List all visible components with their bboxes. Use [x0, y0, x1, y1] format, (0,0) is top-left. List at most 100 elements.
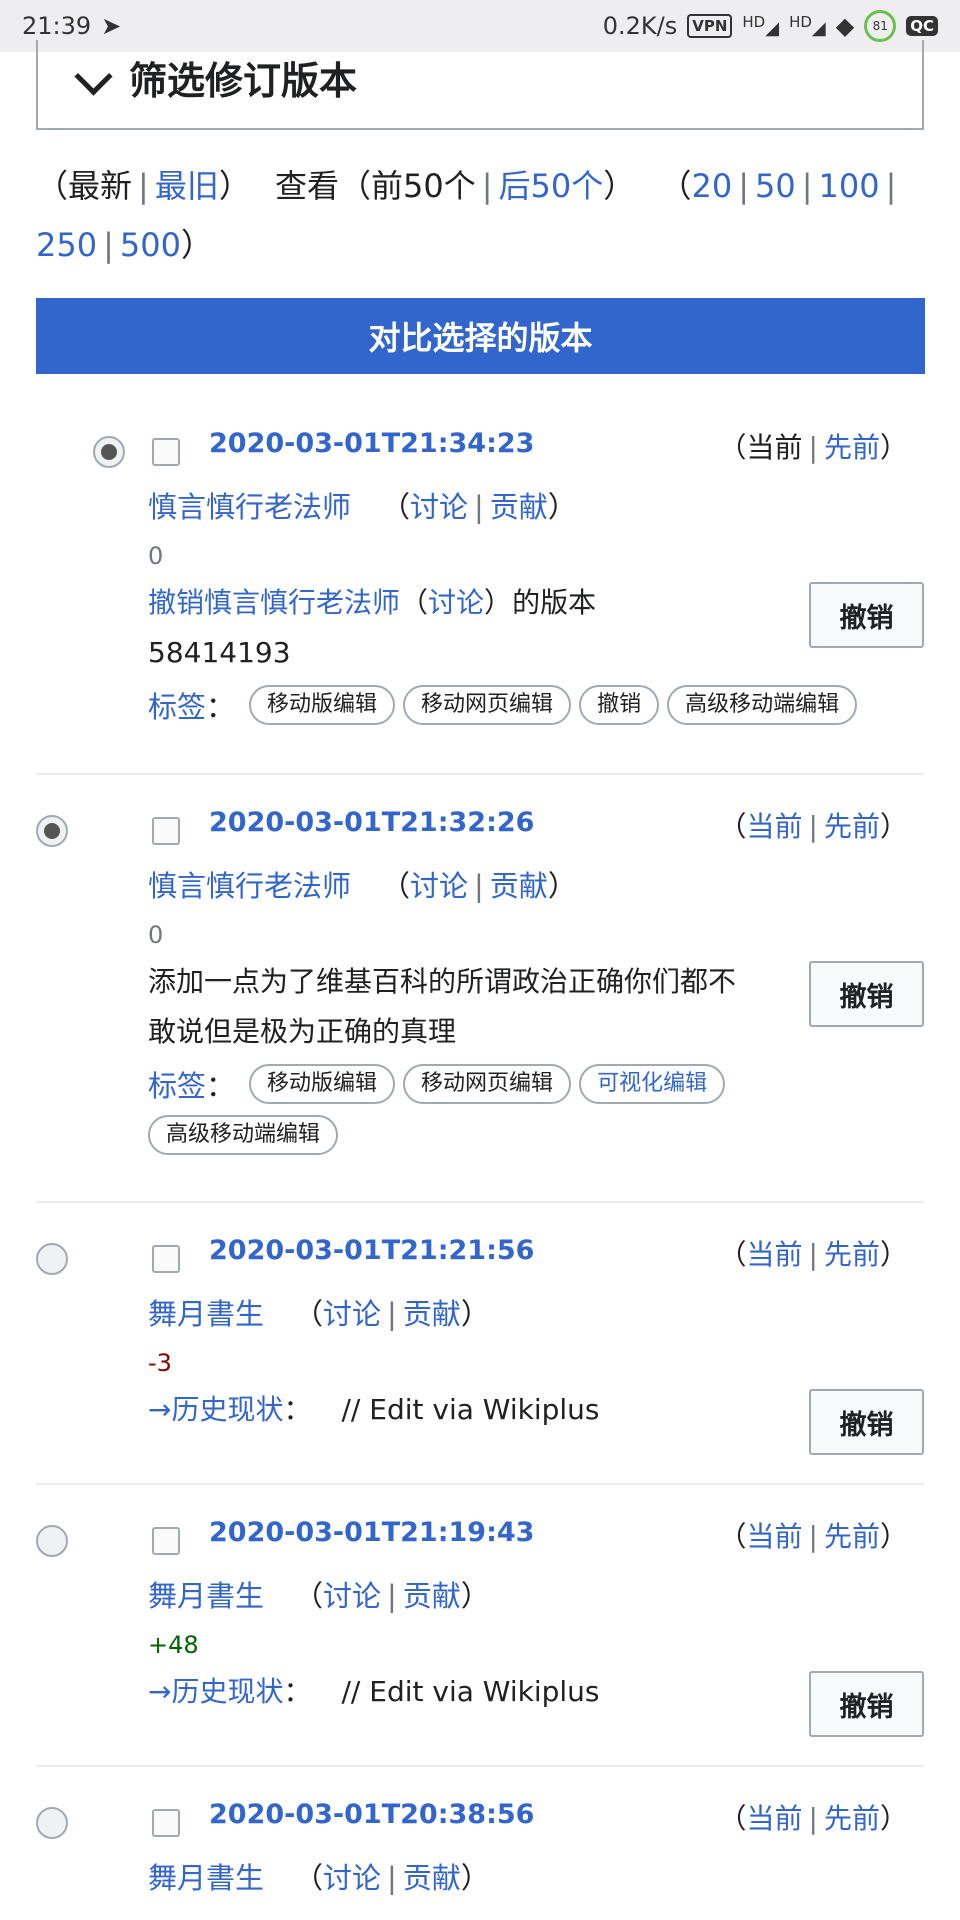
cur-prev-links: （当前 | 先前）: [718, 1520, 909, 1553]
limit-500-link[interactable]: 500: [120, 226, 181, 264]
revision-radio-new[interactable]: [36, 1525, 68, 1557]
revision-checkbox[interactable]: [152, 1245, 180, 1273]
talk-link[interactable]: 讨论: [410, 869, 468, 903]
latest-label: 最新: [68, 167, 133, 205]
tags-list: 标签： 移动版编辑 移动网页编辑 可视化编辑 高级移动端编辑: [148, 1063, 928, 1155]
revision-checkbox[interactable]: [152, 438, 180, 466]
undo-button[interactable]: 撤销: [809, 1671, 924, 1737]
edit-summary: →历史现状：// Edit via Wikiplus: [148, 1675, 600, 1708]
talk-link[interactable]: 讨论: [323, 1861, 381, 1895]
tag: 高级移动端编辑: [667, 685, 858, 725]
user-link[interactable]: 舞月書生: [148, 1297, 264, 1331]
revision-date-link[interactable]: 2020-03-01T20:38:56: [209, 1799, 534, 1830]
talk-link[interactable]: 讨论: [323, 1579, 381, 1613]
divider: [36, 1483, 924, 1485]
signal-icon: HD◢: [742, 13, 780, 39]
revision-date-link[interactable]: 2020-03-01T21:19:43: [209, 1517, 534, 1548]
contribs-link[interactable]: 贡献: [403, 1297, 461, 1331]
user-line: 舞月書生 （讨论 | 贡献）: [148, 1861, 490, 1895]
cur-prev-links: （当前 | 先前）: [718, 1802, 909, 1835]
filter-title: 筛选修订版本: [129, 58, 358, 103]
limit-20-link[interactable]: 20: [691, 167, 732, 205]
current-link[interactable]: 当前: [747, 1520, 803, 1553]
undo-button[interactable]: 撤销: [809, 582, 924, 648]
user-line: 慎言慎行老法师 （讨论 | 贡献）: [148, 490, 577, 524]
revision-checkbox[interactable]: [152, 1527, 180, 1555]
cur-prev-links: （当前 | 先前）: [718, 431, 909, 464]
wifi-icon: ◆: [835, 12, 855, 40]
current-link[interactable]: 当前: [747, 810, 803, 843]
qc-icon: QC: [906, 16, 938, 36]
limit-250-link[interactable]: 250: [36, 226, 97, 264]
current-link[interactable]: 当前: [747, 1802, 803, 1835]
section-link[interactable]: →历史现状: [148, 1393, 283, 1426]
battery-icon: 81: [864, 10, 897, 42]
tags-list: 标签： 移动版编辑 移动网页编辑 撤销 高级移动端编辑: [148, 684, 928, 726]
talk-link[interactable]: 讨论: [323, 1297, 381, 1331]
compare-selected-button[interactable]: 对比选择的版本: [36, 298, 925, 374]
previous-link[interactable]: 先前: [824, 1802, 880, 1835]
cur-prev-links: （当前 | 先前）: [718, 810, 909, 843]
section-link[interactable]: →历史现状: [148, 1675, 283, 1708]
revision-checkbox[interactable]: [152, 817, 180, 845]
contribs-link[interactable]: 贡献: [490, 869, 548, 903]
tag: 移动网页编辑: [403, 685, 572, 725]
tag: 撤销: [579, 685, 660, 725]
user-link[interactable]: 慎言慎行老法师: [148, 490, 351, 524]
signal-icon: HD◢: [789, 13, 826, 39]
network-speed: 0.2K/s: [602, 12, 678, 40]
divider: [36, 773, 924, 775]
tag: 高级移动端编辑: [148, 1115, 339, 1155]
revision-radio-new[interactable]: [36, 1243, 68, 1275]
undo-button[interactable]: 撤销: [809, 961, 924, 1027]
oldest-link[interactable]: 最旧: [155, 167, 219, 205]
tag: 移动版编辑: [249, 685, 396, 725]
revision-checkbox[interactable]: [152, 1809, 180, 1837]
filter-revisions-toggle[interactable]: 筛选修订版本: [36, 40, 924, 130]
cur-prev-links: （当前 | 先前）: [718, 1238, 909, 1271]
pagination-nav-cont: 250 | 500）: [36, 226, 213, 264]
size-diff: 0: [148, 921, 164, 949]
limit-100-link[interactable]: 100: [818, 167, 879, 205]
user-link[interactable]: 舞月書生: [148, 1861, 264, 1895]
revision-radio-new[interactable]: [36, 815, 68, 847]
talk-link[interactable]: 讨论: [410, 490, 468, 524]
revision-radio-old[interactable]: [93, 436, 125, 468]
clock: 21:39: [22, 12, 92, 40]
revision-date-link[interactable]: 2020-03-01T21:21:56: [209, 1235, 534, 1266]
user-link[interactable]: 慎言慎行老法师: [148, 869, 351, 903]
user-line: 舞月書生 （讨论 | 贡献）: [148, 1297, 490, 1331]
size-diff: +48: [148, 1631, 199, 1659]
next50-link[interactable]: 后50个: [499, 167, 604, 205]
pagination-nav: （最新 | 最旧） 查看（前50个 | 后50个） （20 | 50 | 100 |: [36, 167, 897, 205]
summary-talk-link[interactable]: 讨论: [428, 586, 484, 619]
tags-label: 标签: [148, 1069, 207, 1103]
revision-radio-new[interactable]: [36, 1807, 68, 1839]
chevron-down-icon: [74, 56, 113, 96]
revision-date-link[interactable]: 2020-03-01T21:32:26: [209, 807, 534, 838]
size-diff: -3: [148, 1349, 172, 1377]
contribs-link[interactable]: 贡献: [403, 1861, 461, 1895]
previous-link[interactable]: 先前: [824, 431, 880, 464]
contribs-link[interactable]: 贡献: [490, 490, 548, 524]
send-icon: ➤: [101, 12, 122, 40]
previous-link[interactable]: 先前: [824, 1238, 880, 1271]
user-link[interactable]: 舞月書生: [148, 1579, 264, 1613]
tag-link[interactable]: 可视化编辑: [579, 1064, 726, 1104]
user-line: 慎言慎行老法师 （讨论 | 贡献）: [148, 869, 577, 903]
limit-50-link[interactable]: 50: [755, 167, 796, 205]
tag: 移动网页编辑: [403, 1064, 572, 1104]
revision-date-link[interactable]: 2020-03-01T21:34:23: [209, 428, 534, 459]
summary-user-link[interactable]: 撤销慎言慎行老法师: [148, 586, 400, 619]
divider: [36, 1765, 924, 1767]
undo-button[interactable]: 撤销: [809, 1389, 924, 1455]
tags-label: 标签: [148, 690, 207, 724]
previous-link[interactable]: 先前: [824, 1520, 880, 1553]
current-link[interactable]: 当前: [747, 1238, 803, 1271]
edit-summary: →历史现状：// Edit via Wikiplus: [148, 1393, 600, 1426]
user-line: 舞月書生 （讨论 | 贡献）: [148, 1579, 490, 1613]
previous-link[interactable]: 先前: [824, 810, 880, 843]
contribs-link[interactable]: 贡献: [403, 1579, 461, 1613]
current-label: 当前: [746, 431, 803, 464]
vpn-icon: VPN: [687, 14, 733, 38]
